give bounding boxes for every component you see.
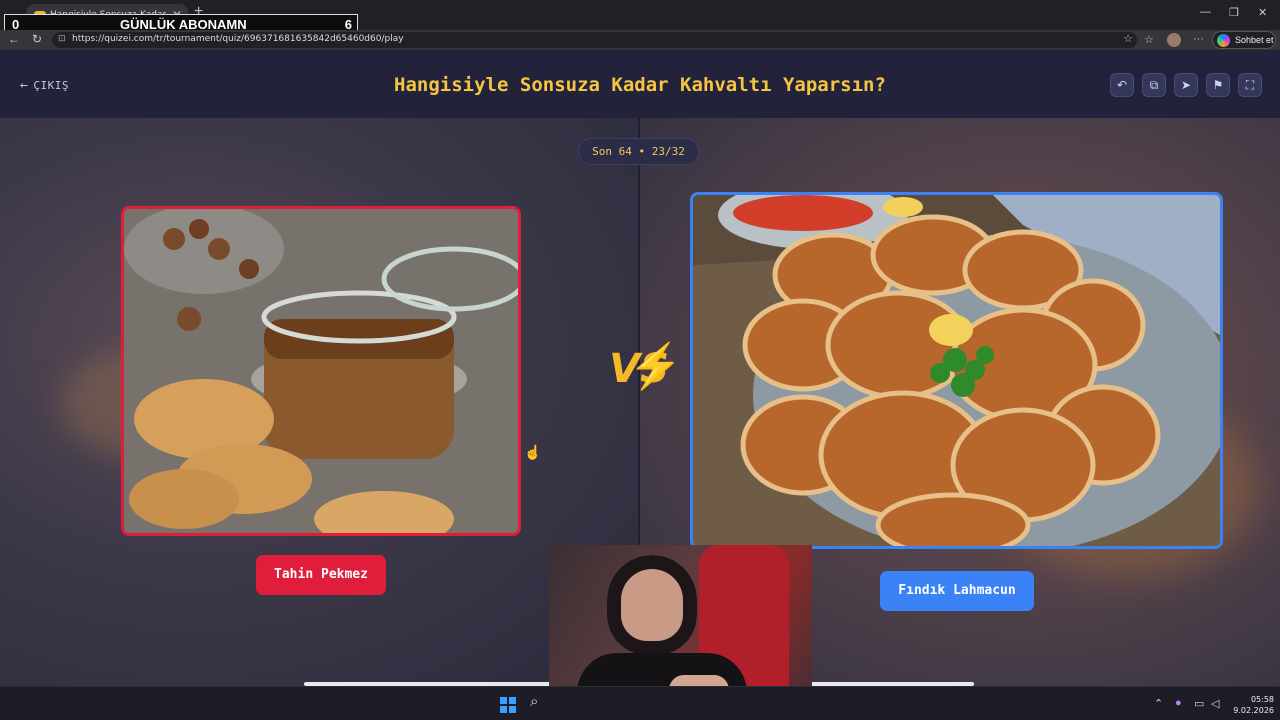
refresh-icon[interactable]: ↻	[32, 32, 42, 46]
exit-button[interactable]: ← ÇIKIŞ	[20, 78, 69, 93]
right-choice-image[interactable]	[690, 192, 1223, 549]
copilot-label: Sohbet et	[1235, 35, 1274, 45]
url-text: https://quizei.com/tr/tournament/quiz/69…	[72, 34, 404, 44]
url-field[interactable]: ⊡ https://quizei.com/tr/tournament/quiz/…	[52, 32, 1137, 48]
send-icon: ➤	[1180, 78, 1192, 92]
minimize-icon[interactable]: —	[1200, 6, 1211, 18]
quiz-header: ← ÇIKIŞ Hangisiyle Sonsuza Kadar Kahvaltı…	[0, 50, 1280, 118]
copilot-button[interactable]: Sohbet et	[1212, 31, 1276, 49]
favorite-star-icon[interactable]: ☆	[1123, 32, 1133, 45]
round-progress-badge: Son 64 • 23/32	[578, 138, 699, 165]
tahini-molasses-illustration	[124, 209, 518, 533]
tray-expand-icon[interactable]: ⌃	[1154, 697, 1163, 710]
profile-avatar[interactable]	[1167, 33, 1181, 47]
taskbar-search-icon[interactable]: ⌕	[530, 693, 538, 710]
send-button[interactable]: ➤	[1174, 73, 1198, 97]
report-button[interactable]: ⚑	[1206, 73, 1230, 97]
favorites-icon[interactable]: ☆	[1144, 33, 1154, 46]
lightning-icon: ⚡	[628, 342, 683, 391]
network-icon[interactable]: ▭	[1194, 697, 1204, 710]
copilot-icon	[1217, 34, 1230, 47]
left-choice-button[interactable]: Tahin Pekmez	[256, 555, 386, 595]
microphone-icon[interactable]: ●	[1175, 697, 1182, 709]
windows-start-icon[interactable]	[500, 697, 516, 713]
flag-icon: ⚑	[1212, 78, 1224, 92]
streamer-head	[607, 555, 697, 655]
fullscreen-icon: ⛶	[1245, 78, 1255, 92]
undo-button[interactable]: ↶	[1110, 73, 1134, 97]
taskbar-clock[interactable]: 05:58 9.02.2026	[1228, 694, 1274, 716]
arrow-left-icon: ←	[20, 78, 29, 93]
site-info-icon[interactable]: ⊡	[58, 33, 66, 44]
pointer-cursor-icon: ☝	[524, 444, 542, 460]
clock-time: 05:58	[1250, 695, 1274, 704]
right-choice-button[interactable]: Fındık Lahmacun	[880, 571, 1034, 611]
address-bar-row: ← ↻ ⊡ https://quizei.com/tr/tournament/q…	[0, 30, 1280, 50]
more-menu-icon[interactable]: ···	[1193, 33, 1204, 45]
left-choice-image[interactable]	[121, 206, 521, 536]
back-icon[interactable]: ←	[8, 32, 20, 46]
restore-icon[interactable]: ❐	[1229, 6, 1239, 19]
share-button[interactable]: ⧉	[1142, 73, 1166, 97]
clock-date: 9.02.2026	[1233, 706, 1274, 715]
page-title: Hangisiyle Sonsuza Kadar Kahvaltı Yapars…	[394, 74, 886, 96]
volume-icon[interactable]: ◁	[1211, 697, 1219, 710]
close-window-icon[interactable]: ✕	[1258, 6, 1267, 19]
fullscreen-button[interactable]: ⛶	[1238, 73, 1262, 97]
undo-icon: ↶	[1116, 78, 1128, 92]
exit-label: ÇIKIŞ	[33, 79, 69, 92]
share-icon: ⧉	[1149, 78, 1159, 92]
windows-taskbar: ⌕ ⌃ ● ▭ ◁ 05:58 9.02.2026	[0, 686, 1280, 720]
lahmacun-illustration	[693, 195, 1220, 546]
